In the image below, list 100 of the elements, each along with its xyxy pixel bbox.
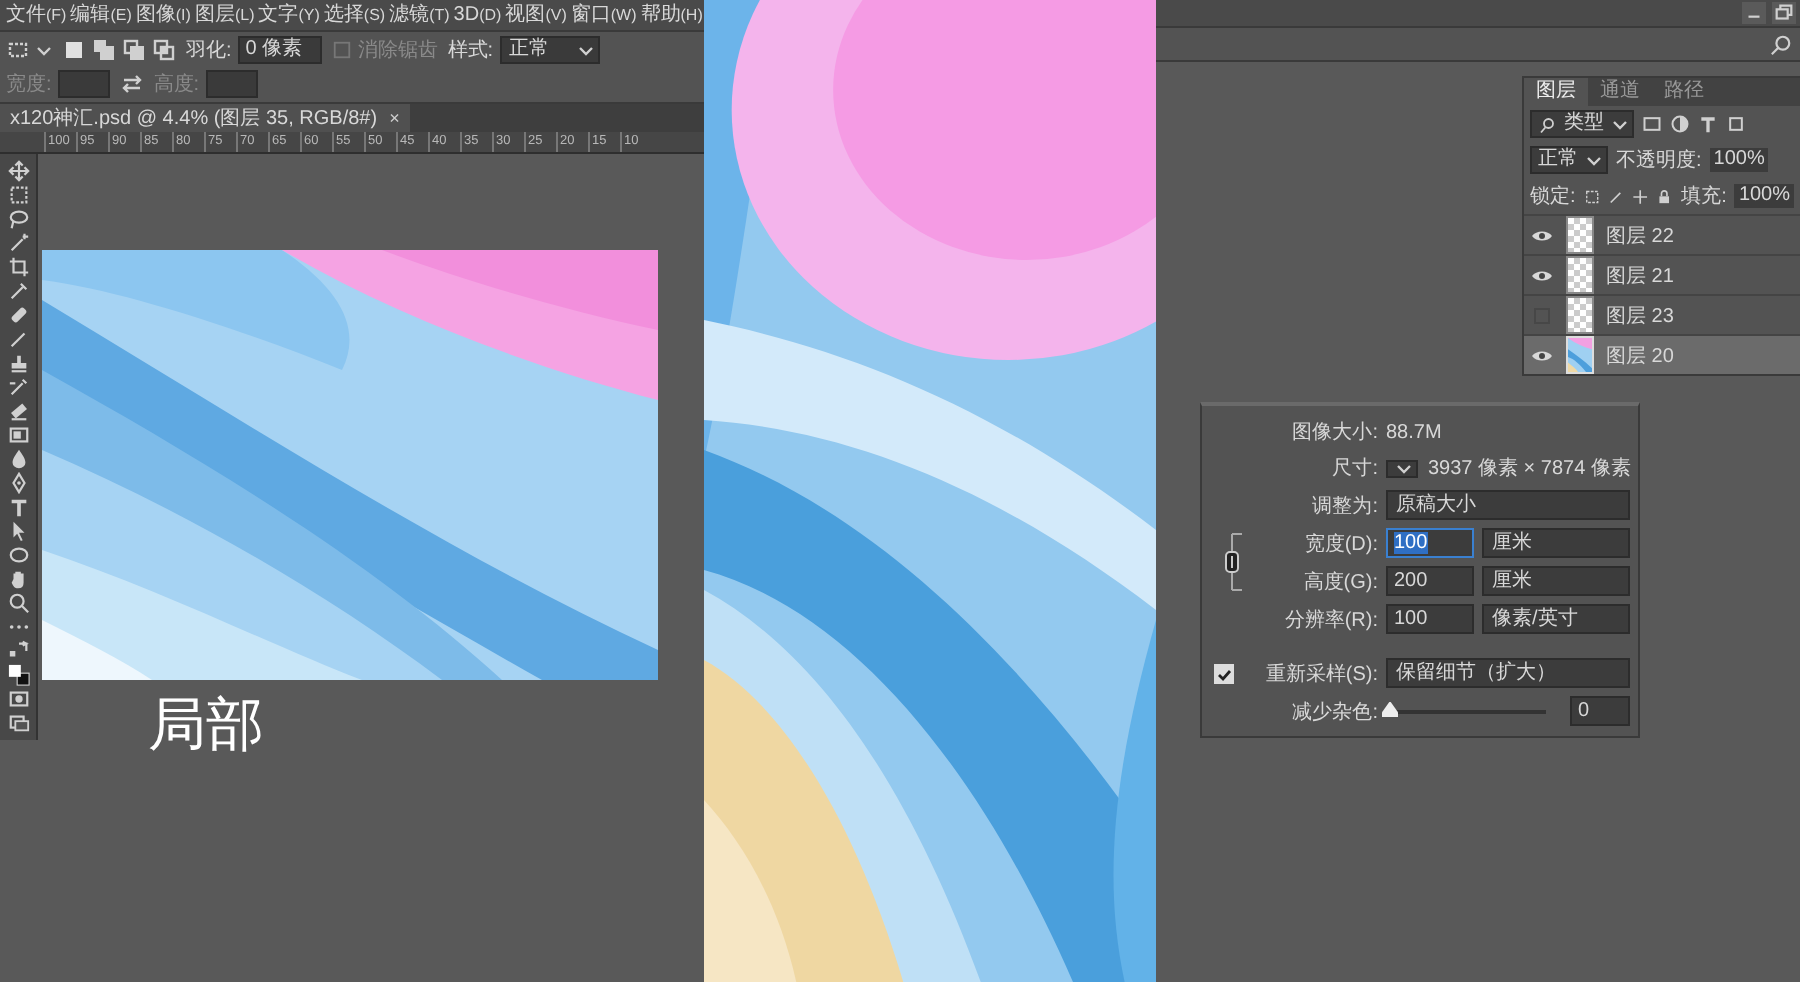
menu-item[interactable]: 视图(V) — [505, 3, 567, 27]
panel-tab[interactable]: 通道 — [1588, 78, 1652, 106]
unit-select[interactable]: 厘米 — [1482, 566, 1630, 596]
marquee-icon[interactable] — [7, 184, 29, 206]
layer-row[interactable]: 图层 21 — [1524, 254, 1800, 294]
unit-select[interactable]: 像素/英寸 — [1482, 604, 1630, 634]
number-field[interactable]: 100 — [1386, 528, 1474, 558]
dimensions-menu-button[interactable] — [1386, 459, 1418, 477]
menu-item[interactable]: 文件(F) — [6, 3, 67, 27]
screen-mode-icon[interactable] — [7, 712, 29, 734]
image-size-label: 图像大小: — [1290, 419, 1378, 446]
unit-select[interactable]: 厘米 — [1482, 528, 1630, 558]
noise-label: 减少杂色: — [1290, 699, 1378, 725]
image-size-value: 88.7M — [1386, 421, 1444, 443]
fill-field[interactable]: 100% — [1734, 184, 1795, 208]
type-tool-icon[interactable] — [7, 496, 29, 518]
brush-lock-icon[interactable] — [1608, 187, 1625, 205]
close-button[interactable]: × — [389, 105, 400, 131]
panel-tab[interactable]: 路径 — [1652, 78, 1716, 106]
caret-icon — [1586, 153, 1602, 167]
brush-icon[interactable] — [7, 328, 29, 350]
quick-mask-icon[interactable] — [7, 688, 29, 710]
fill-label: 填充: — [1681, 183, 1727, 210]
adjustment-filter-icon[interactable] — [1670, 114, 1690, 134]
type-filter-icon[interactable] — [1698, 114, 1718, 134]
feather-label: 羽化: — [186, 38, 232, 64]
hand-icon[interactable] — [7, 568, 29, 590]
shape-filter-icon[interactable] — [1726, 114, 1746, 134]
menu-item[interactable]: 文字(Y) — [258, 3, 320, 27]
subtract-selection-icon[interactable] — [122, 38, 146, 62]
field-label: 宽度(D): — [1302, 531, 1378, 557]
wand-icon[interactable] — [7, 232, 29, 254]
menu-item[interactable]: 3D(D) — [453, 3, 502, 27]
opacity-field[interactable]: 100% — [1709, 148, 1769, 172]
number-field[interactable]: 200 — [1386, 566, 1474, 596]
number-field[interactable]: 100 — [1386, 604, 1474, 634]
caret-icon — [36, 43, 52, 57]
menu-item[interactable]: 图像(I) — [135, 3, 191, 27]
add-selection-icon[interactable] — [92, 38, 116, 62]
caret-icon — [1396, 461, 1412, 475]
pen-icon[interactable] — [7, 472, 29, 494]
image-filter-icon[interactable] — [1642, 114, 1662, 134]
new-selection-icon[interactable] — [62, 38, 86, 62]
resample-select[interactable]: 保留细节（扩大） — [1386, 658, 1630, 688]
feather-field[interactable]: 0 像素 — [237, 36, 322, 64]
blend-mode-select[interactable]: 正常 — [1530, 146, 1608, 174]
width-field[interactable] — [57, 70, 110, 98]
swap-icon[interactable] — [119, 72, 144, 96]
crop-icon[interactable] — [7, 256, 29, 278]
zoom-icon[interactable] — [7, 592, 29, 614]
dimensions-value: 3937 像素 × 7874 像素 — [1428, 455, 1631, 482]
menu-item[interactable]: 图层(L) — [194, 3, 255, 27]
caption: 局部 — [148, 688, 264, 760]
marquee-icon[interactable] — [6, 38, 30, 62]
check-icon — [1216, 665, 1232, 681]
field-label: 高度(G): — [1301, 569, 1378, 595]
minimize-icon[interactable] — [1742, 2, 1766, 24]
style-select[interactable]: 正常 — [499, 36, 600, 64]
panel-tab[interactable]: 图层 — [1524, 78, 1588, 106]
document-tab[interactable]: x120神汇.psd @ 4.4% (图层 35, RGB/8#) × — [0, 104, 410, 132]
move-icon[interactable] — [7, 160, 29, 182]
checkbox[interactable] — [1214, 663, 1234, 683]
stamp-icon[interactable] — [7, 352, 29, 374]
fit-to-label: 调整为: — [1310, 493, 1378, 519]
menu-item[interactable]: 帮助(H) — [640, 3, 703, 27]
opacity-label: 不透明度: — [1616, 147, 1702, 174]
resample-label: 重新采样(S): — [1263, 661, 1378, 687]
caret-icon — [577, 43, 594, 57]
menu-item[interactable]: 窗口(W) — [570, 3, 637, 27]
gradient-icon[interactable] — [7, 424, 29, 446]
color-swatches-icon[interactable] — [7, 664, 29, 686]
menu-item[interactable]: 编辑(E) — [70, 3, 132, 27]
noise-field[interactable]: 0 — [1570, 696, 1630, 726]
filter-select[interactable]: 类型 — [1530, 110, 1634, 138]
swap-colors-icon[interactable] — [7, 640, 29, 662]
checkbox-icon[interactable] — [331, 40, 352, 60]
lock-label: 锁定: — [1530, 183, 1576, 210]
move-lock-icon[interactable] — [1632, 187, 1649, 205]
drop-icon[interactable] — [7, 448, 29, 470]
menu-item[interactable]: 选择(S) — [323, 3, 386, 27]
intersect-selection-icon[interactable] — [152, 38, 176, 62]
restore-icon[interactable] — [1772, 2, 1796, 24]
eyedropper-icon[interactable] — [7, 280, 29, 302]
layer-row[interactable]: 图层 22 — [1524, 214, 1800, 254]
slider-thumb[interactable] — [1382, 701, 1398, 717]
padlock-icon[interactable] — [1656, 187, 1674, 205]
dimensions-label: 尺寸: — [1330, 455, 1378, 482]
fit-to-select[interactable]: 原稿大小 — [1386, 490, 1630, 520]
eraser-icon[interactable] — [7, 400, 29, 422]
layer-row[interactable]: 图层 20 — [1524, 334, 1800, 374]
search-icon[interactable] — [1770, 33, 1792, 55]
menu-item[interactable]: 滤镜(T) — [389, 3, 450, 27]
lasso-icon[interactable] — [7, 208, 29, 230]
history-brush-icon[interactable] — [7, 376, 29, 398]
lock-pixels-icon[interactable] — [1583, 187, 1600, 205]
style-label: 样式: — [447, 37, 494, 64]
field-label: 分辨率(R): — [1282, 607, 1378, 633]
search-icon — [1538, 115, 1556, 133]
height-field[interactable] — [205, 70, 258, 98]
ellipse-icon[interactable] — [7, 544, 29, 566]
